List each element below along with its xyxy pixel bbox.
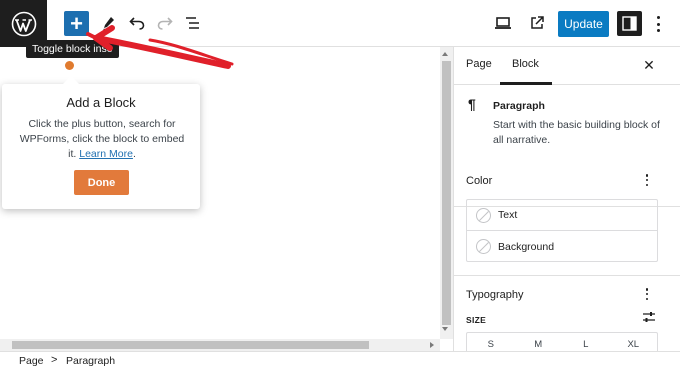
block-appender-marker [65,61,74,70]
tools-button[interactable] [96,10,122,36]
scroll-down-arrow-icon[interactable] [442,327,448,331]
kebab-dot [645,292,649,296]
kebab-dot [645,178,649,182]
kebab-dot [656,29,660,32]
size-option-s[interactable]: S [467,333,515,351]
tab-page[interactable]: Page [466,58,492,70]
color-option-label: Text [498,209,518,221]
preview-button[interactable] [490,10,516,36]
kebab-dot [656,16,660,19]
block-breadcrumb: Page > Paragraph [0,351,680,369]
block-description: Start with the basic building block of a… [493,119,660,146]
undo-button[interactable] [124,10,150,36]
view-post-button[interactable] [524,10,550,36]
block-title: Paragraph [493,100,545,112]
settings-sidebar-toggle[interactable] [617,11,642,36]
kebab-dot [656,22,660,26]
document-overview-button[interactable] [180,10,206,36]
size-option-l[interactable]: L [562,333,610,351]
undo-icon [129,17,145,30]
vertical-scroll-thumb[interactable] [442,61,451,325]
plus-icon: + [70,11,83,36]
kebab-dot [645,297,649,300]
scroll-up-arrow-icon[interactable] [442,52,448,56]
update-button[interactable]: Update [558,11,609,37]
sidebar-tabs: Page Block ✕ [454,47,680,85]
breadcrumb-item-page[interactable]: Page [19,355,44,367]
popover-title: Add a Block [66,95,136,110]
redo-icon [157,17,173,30]
size-option-xl[interactable]: XL [610,333,658,351]
add-block-popover: Add a Block Click the plus button, searc… [2,76,200,209]
paragraph-icon: ¶ [468,96,476,112]
color-option-label: Background [498,240,555,253]
breadcrumb-item-paragraph[interactable]: Paragraph [66,355,115,367]
done-button[interactable]: Done [74,170,129,195]
kebab-dot [645,174,649,177]
tooltip: Toggle block inse [26,40,119,58]
typography-panel-title: Typography [466,289,524,301]
tab-block[interactable]: Block [512,58,539,70]
breadcrumb-separator-icon: > [51,354,58,366]
font-size-picker: S M L XL [466,332,658,351]
learn-more-link[interactable]: Learn More [79,148,133,160]
kebab-dot [645,183,649,186]
color-panel-title: Color [466,175,493,187]
list-view-icon [186,17,199,29]
typography-options-button[interactable] [642,287,652,301]
desktop-icon [495,17,511,29]
external-link-icon [531,16,544,29]
font-size-label: SIZE [466,315,487,325]
pencil-icon [103,17,114,31]
color-options-button[interactable] [642,173,652,187]
redo-button[interactable] [152,10,178,36]
settings-sliders-icon[interactable] [642,311,656,323]
sidebar-icon [622,16,637,31]
scroll-right-arrow-icon[interactable] [430,342,434,348]
toggle-block-inserter-button[interactable]: + [64,11,89,36]
popover-period: . [132,148,136,160]
size-option-m[interactable]: M [515,333,563,351]
empty-swatch-icon [476,207,491,223]
panel-divider [454,275,680,276]
canvas-vertical-scrollbar[interactable] [440,47,453,339]
block-card: ¶ Paragraph Start with the basic buildin… [454,85,680,207]
empty-swatch-icon [476,239,491,254]
kebab-dot [645,288,649,291]
background-color-option[interactable]: Background [467,231,657,262]
popover-body: Click the plus button, search for WPForm… [16,117,188,162]
color-settings-group: Text Background [466,199,658,262]
options-menu-button[interactable] [652,14,664,34]
wordpress-icon [11,11,36,36]
settings-sidebar: Page Block ✕ ¶ Paragraph Start with the … [453,47,680,351]
canvas-horizontal-scrollbar[interactable] [0,339,440,351]
close-icon[interactable]: ✕ [642,58,656,72]
horizontal-scroll-thumb[interactable] [12,341,369,349]
text-color-option[interactable]: Text [467,200,657,231]
